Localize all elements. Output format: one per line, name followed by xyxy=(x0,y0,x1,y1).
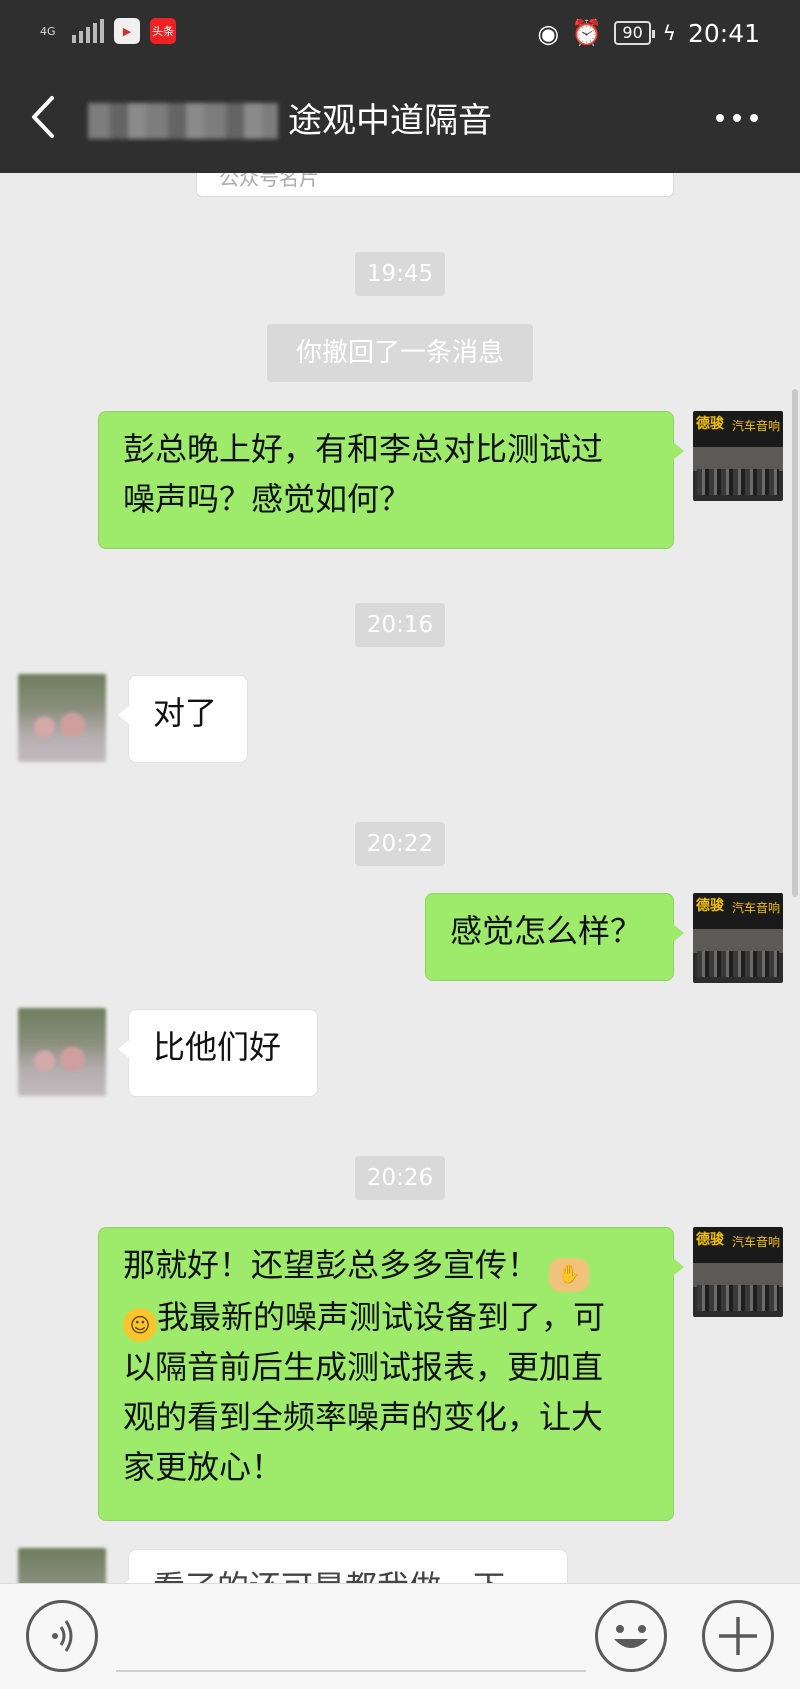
message-bubble-outgoing[interactable]: 感觉怎么样？ xyxy=(425,893,684,981)
voice-button[interactable] xyxy=(26,1600,98,1672)
self-avatar[interactable]: 德骏 汽车音响 xyxy=(693,893,783,983)
voice-icon xyxy=(52,1620,73,1652)
status-bar: 4G ▶ 头条 ◉ ⏰ 90 ϟ 20:41 xyxy=(0,0,800,70)
contact-avatar[interactable] xyxy=(18,1548,106,1583)
message-line: 家更放心！ xyxy=(123,1448,284,1486)
contact-avatar[interactable] xyxy=(18,1008,106,1096)
timestamp: 20:16 xyxy=(355,603,445,647)
avatar-brand-text: 汽车音响 xyxy=(731,901,780,915)
message-bubble-incoming[interactable]: 比他们好 xyxy=(118,1009,318,1097)
network-type: 4G xyxy=(40,24,56,38)
self-avatar[interactable]: 德骏 汽车音响 xyxy=(693,1227,783,1317)
alarm-icon: ⏰ xyxy=(571,18,603,47)
message-line: 以隔音前后生成测试报表，更加直 xyxy=(123,1348,604,1386)
message-bubble-incoming[interactable]: 对了 xyxy=(118,675,248,763)
grin-emoji-icon: ☺ xyxy=(123,1308,157,1342)
message-line: 那就好！还望彭总多多宣传！ ✋ xyxy=(123,1240,649,1292)
message-bubble-outgoing[interactable]: 那就好！还望彭总多多宣传！ ✋ ☺ 我最新的噪声测试设备到了，可 以隔音前后生成测… xyxy=(98,1227,684,1521)
message-input[interactable] xyxy=(116,1670,586,1672)
status-right: ◉ ⏰ 90 ϟ 20:41 xyxy=(537,18,760,48)
avatar-brand-text: 德骏 xyxy=(696,898,724,914)
status-left: 4G ▶ 头条 xyxy=(40,18,176,44)
chat-area[interactable]: 公众号名片 19:45 你撤回了一条消息 彭总晚上好，有和李总对比测试过 噪声吗… xyxy=(0,173,800,1583)
battery-icon: 90 xyxy=(614,21,656,45)
dot-icon xyxy=(716,114,724,122)
handshake-emoji-icon: ✋ xyxy=(549,1258,590,1292)
plus-icon xyxy=(719,1617,757,1655)
message-bubble-outgoing[interactable]: 彭总晚上好，有和李总对比测试过 噪声吗？感觉如何？ xyxy=(98,411,684,549)
emoji-icon xyxy=(614,1625,648,1648)
eye-icon: ◉ xyxy=(537,18,560,48)
card-label: 公众号名片 xyxy=(219,173,319,190)
avatar-photo xyxy=(697,1285,779,1311)
timestamp: 19:45 xyxy=(355,252,445,296)
avatar-brand-text: 汽车音响 xyxy=(731,419,780,433)
message-line: 噪声吗？感觉如何？ xyxy=(123,480,412,518)
blurred-contact-name xyxy=(88,103,278,139)
dot-icon xyxy=(750,114,758,122)
avatar-brand-text: 汽车音响 xyxy=(731,1235,780,1249)
avatar-photo xyxy=(697,469,779,495)
message-line: 观的看到全频率噪声的变化，让大 xyxy=(123,1398,604,1436)
chevron-left-icon xyxy=(32,96,54,138)
message-bubble-incoming-partial[interactable]: 看了的还可是都我做一下 xyxy=(118,1549,568,1583)
shared-card[interactable]: 公众号名片 xyxy=(196,173,674,197)
dot-icon xyxy=(733,114,741,122)
charging-icon: ϟ xyxy=(662,21,676,45)
scrollbar[interactable] xyxy=(792,389,798,897)
clock-time: 20:41 xyxy=(687,18,760,48)
avatar-brand-text: 德骏 xyxy=(696,416,724,432)
chat-header: 途观中道隔音 xyxy=(0,70,800,173)
toutiao-app-icon: 头条 xyxy=(150,18,176,44)
self-avatar[interactable]: 德骏 汽车音响 xyxy=(693,411,783,501)
more-options-button[interactable] xyxy=(716,114,758,122)
emoji-button[interactable] xyxy=(595,1600,667,1672)
avatar-brand-text: 德骏 xyxy=(696,1232,724,1248)
message-line: ☺ 我最新的噪声测试设备到了，可 xyxy=(123,1292,649,1342)
back-button[interactable] xyxy=(28,92,60,153)
message-line: 彭总晚上好，有和李总对比测试过 xyxy=(123,430,604,468)
chat-title: 途观中道隔音 xyxy=(288,101,492,141)
plus-button[interactable] xyxy=(702,1600,774,1672)
video-app-icon: ▶ xyxy=(114,18,140,44)
avatar-photo xyxy=(697,951,779,977)
contact-avatar[interactable] xyxy=(18,674,106,762)
timestamp: 20:26 xyxy=(355,1156,445,1200)
signal-icon xyxy=(72,19,104,43)
system-message: 你撤回了一条消息 xyxy=(267,324,533,382)
timestamp: 20:22 xyxy=(355,822,445,866)
input-bar xyxy=(0,1583,800,1689)
